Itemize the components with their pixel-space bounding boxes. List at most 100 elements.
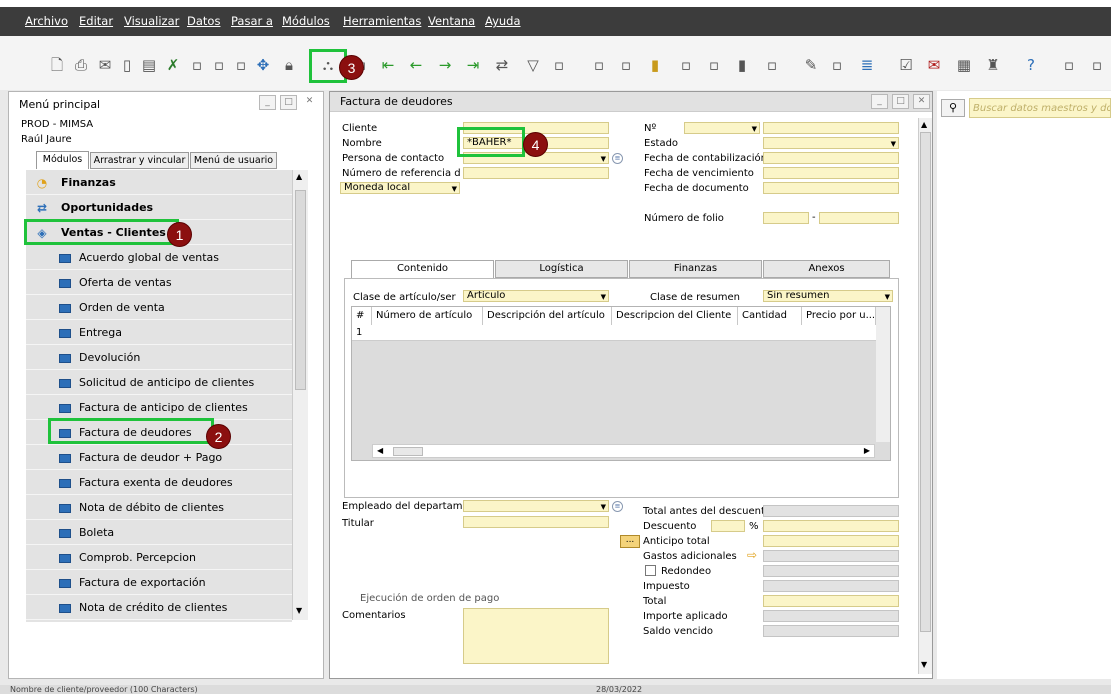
gross-profit-icon[interactable]: ▫ bbox=[705, 56, 723, 74]
form-maximize-icon[interactable]: □ bbox=[892, 94, 909, 109]
payment-icon[interactable]: ▫ bbox=[677, 56, 695, 74]
journal-icon[interactable]: ▮ bbox=[646, 56, 664, 74]
referencia-field[interactable] bbox=[463, 167, 609, 179]
total-field[interactable] bbox=[763, 595, 899, 607]
settings-doc-icon[interactable]: ▫ bbox=[763, 56, 781, 74]
sidebar-item-nota-debito[interactable]: Nota de débito de clientes bbox=[26, 495, 292, 520]
sidebar-item-solicitud-anticipo[interactable]: Solicitud de anticipo de clientes bbox=[26, 370, 292, 395]
close-icon[interactable]: ✕ bbox=[301, 95, 318, 110]
search-input[interactable]: Buscar datos maestros y doc bbox=[969, 98, 1111, 118]
sidebar-item-boleta[interactable]: Boleta bbox=[26, 520, 292, 545]
tab-logistica[interactable]: Logística bbox=[495, 260, 628, 278]
serie-select[interactable] bbox=[684, 122, 760, 134]
calculator-icon[interactable]: ▦ bbox=[955, 56, 973, 74]
menu-archivo[interactable]: Archivo bbox=[25, 14, 68, 28]
last-record-icon[interactable]: ⇥ bbox=[464, 56, 482, 74]
layout-icon[interactable]: ▫ bbox=[1088, 56, 1106, 74]
grid-hscroll[interactable]: ◀ ▶ bbox=[372, 444, 875, 458]
lock-doc-icon[interactable]: 🔒︎ bbox=[280, 56, 298, 74]
new-doc-icon[interactable]: ▫ bbox=[828, 56, 846, 74]
menu-editar[interactable]: Editar bbox=[79, 14, 113, 28]
pdf-export-icon[interactable]: ▫ bbox=[232, 56, 250, 74]
filter-icon[interactable]: ▽ bbox=[524, 56, 542, 74]
col-header-price[interactable]: Precio por u... bbox=[802, 307, 876, 325]
moneda-select[interactable]: Moneda local bbox=[340, 182, 460, 194]
tab-contenido[interactable]: Contenido bbox=[351, 260, 494, 279]
numero-field[interactable] bbox=[763, 122, 899, 134]
search-icon[interactable]: ⚲ bbox=[941, 99, 965, 117]
col-header-num[interactable]: # bbox=[352, 307, 372, 325]
edit-icon[interactable]: ✎ bbox=[802, 56, 820, 74]
form-scroll-down-icon[interactable]: ▼ bbox=[921, 660, 927, 669]
empleado-select[interactable] bbox=[463, 500, 609, 512]
info-icon[interactable]: ≡ bbox=[612, 153, 623, 164]
form-scrollbar[interactable]: ▲ ▼ bbox=[918, 118, 932, 674]
preview-icon[interactable]: 🗋 bbox=[48, 56, 66, 74]
menu-datos[interactable]: Datos bbox=[187, 14, 220, 28]
module-scrollbar[interactable]: ▲ ▼ bbox=[292, 170, 308, 620]
sidebar-item-acuerdo-global[interactable]: Acuerdo global de ventas bbox=[26, 245, 292, 270]
folio-number-field[interactable] bbox=[819, 212, 899, 224]
fecha-vencimiento-field[interactable] bbox=[763, 167, 899, 179]
database-icon[interactable]: ≣ bbox=[858, 56, 876, 74]
sidebar-item-devolucion[interactable]: Devolución bbox=[26, 345, 292, 370]
sidebar-item-entrega[interactable]: Entrega bbox=[26, 320, 292, 345]
sidebar-item-factura-exenta[interactable]: Factura exenta de deudores bbox=[26, 470, 292, 495]
message-icon[interactable]: ✉ bbox=[925, 56, 943, 74]
excel-icon[interactable]: ✗ bbox=[164, 56, 182, 74]
sort-icon[interactable]: ▫ bbox=[550, 56, 568, 74]
minimize-icon[interactable]: _ bbox=[259, 95, 276, 110]
clase-resumen-select[interactable]: Sin resumen bbox=[763, 290, 893, 302]
scroll-thumb[interactable] bbox=[295, 190, 306, 390]
report-icon[interactable]: ▮ bbox=[733, 56, 751, 74]
form-minimize-icon[interactable]: _ bbox=[871, 94, 888, 109]
sidebar-item-factura-anticipo[interactable]: Factura de anticipo de clientes bbox=[26, 395, 292, 420]
tab-finanzas[interactable]: Finanzas bbox=[629, 260, 762, 278]
col-header-item-number[interactable]: Número de artículo bbox=[372, 307, 483, 325]
first-record-icon[interactable]: ⇤ bbox=[379, 56, 397, 74]
fecha-contabilizacion-field[interactable] bbox=[763, 152, 899, 164]
tab-arrastrar[interactable]: Arrastrar y vincular bbox=[90, 152, 189, 169]
menu-herramientas[interactable]: Herramientas bbox=[343, 14, 421, 28]
move-icon[interactable]: ✥ bbox=[254, 56, 272, 74]
module-finanzas[interactable]: ◔ Finanzas bbox=[26, 170, 292, 195]
sidebar-item-nota-credito[interactable]: Nota de crédito de clientes bbox=[26, 595, 292, 620]
col-header-quantity[interactable]: Cantidad bbox=[738, 307, 802, 325]
hscroll-thumb[interactable] bbox=[393, 447, 423, 456]
sidebar-item-factura-exportacion[interactable]: Factura de exportación bbox=[26, 570, 292, 595]
email-icon[interactable]: ✉ bbox=[96, 56, 114, 74]
tab-modulos[interactable]: Módulos bbox=[36, 151, 89, 169]
form-close-icon[interactable]: ✕ bbox=[913, 94, 930, 109]
menu-modulos[interactable]: Módulos bbox=[282, 14, 330, 28]
next-record-icon[interactable]: → bbox=[436, 56, 454, 74]
word-icon[interactable]: ▫ bbox=[188, 56, 206, 74]
base-document-icon[interactable]: ▫ bbox=[590, 56, 608, 74]
menu-visualizar[interactable]: Visualizar bbox=[124, 14, 179, 28]
scroll-up-icon[interactable]: ▲ bbox=[296, 172, 302, 181]
table-row[interactable]: 1 bbox=[352, 325, 876, 341]
clase-articulo-select[interactable]: Artículo bbox=[463, 290, 609, 302]
scroll-left-icon[interactable]: ◀ bbox=[377, 446, 383, 455]
sms-icon[interactable]: ▯ bbox=[118, 56, 136, 74]
fax-icon[interactable]: ▤ bbox=[140, 56, 158, 74]
folio-prefix-field[interactable] bbox=[763, 212, 809, 224]
tab-anexos[interactable]: Anexos bbox=[763, 260, 890, 278]
scroll-down-icon[interactable]: ▼ bbox=[296, 606, 302, 615]
refresh-icon[interactable]: ⇄ bbox=[493, 56, 511, 74]
grid-vscroll[interactable] bbox=[876, 307, 890, 442]
col-header-customer-description[interactable]: Descripcion del Cliente bbox=[612, 307, 738, 325]
settings-icon[interactable]: ▫ bbox=[1060, 56, 1078, 74]
previous-record-icon[interactable]: ← bbox=[407, 56, 425, 74]
descuento-field[interactable] bbox=[763, 520, 899, 532]
calendar-check-icon[interactable]: ☑ bbox=[897, 56, 915, 74]
empleado-info-icon[interactable]: ≡ bbox=[612, 501, 623, 512]
structure-icon[interactable]: ♜ bbox=[984, 56, 1002, 74]
fecha-documento-field[interactable] bbox=[763, 182, 899, 194]
scroll-right-icon[interactable]: ▶ bbox=[864, 446, 870, 455]
gastos-arrow-icon[interactable]: ⇨ bbox=[747, 548, 757, 562]
menu-ventana[interactable]: Ventana bbox=[428, 14, 475, 28]
sidebar-item-orden[interactable]: Orden de venta bbox=[26, 295, 292, 320]
print-icon[interactable]: ⎙ bbox=[72, 56, 90, 74]
form-scroll-thumb[interactable] bbox=[920, 132, 931, 632]
anticipo-field[interactable] bbox=[763, 535, 899, 547]
